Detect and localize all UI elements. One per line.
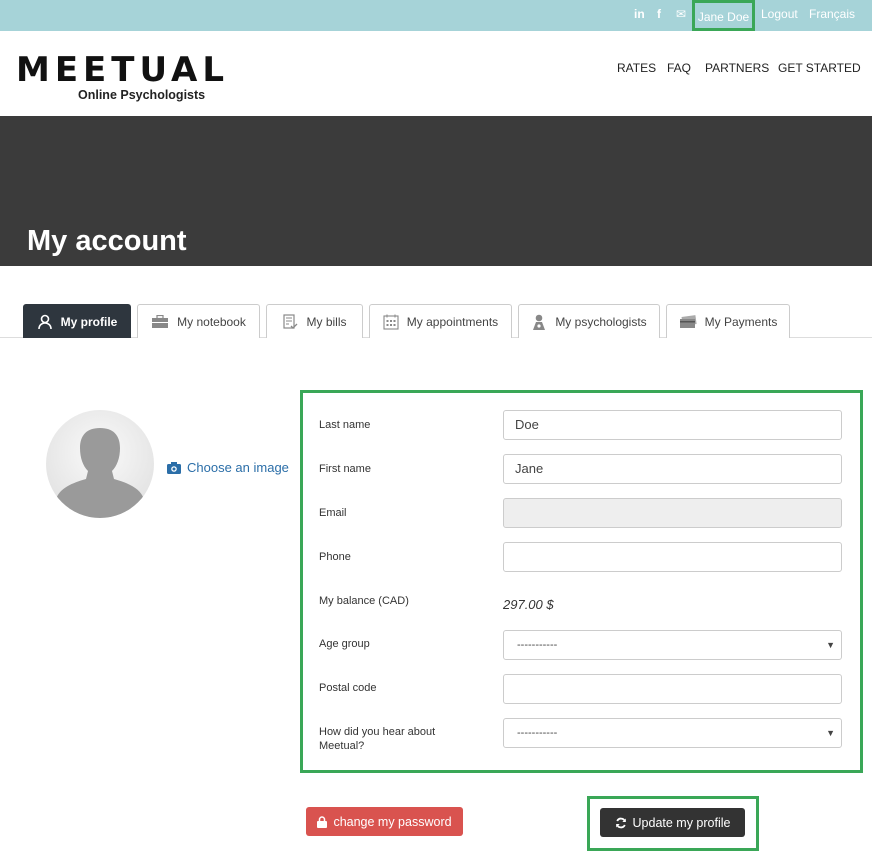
change-password-label: change my password [333,814,452,829]
email-label: Email [319,507,347,519]
tab-my-payments[interactable]: My Payments [666,304,790,338]
logo[interactable]: MEETUAL [16,53,229,87]
choose-image-label: Choose an image [187,460,289,475]
last-name-label: Last name [319,419,371,431]
heard-about-select[interactable]: ----------- ▼ [503,718,842,748]
nav-partners[interactable]: PARTNERS [705,61,769,75]
tab-my-appointments[interactable]: My appointments [369,304,512,338]
account-tabs: My profile My notebook My bills My appoi… [0,304,872,338]
postal-code-input[interactable] [503,674,842,704]
email-icon[interactable]: ✉ [676,0,686,31]
briefcase-icon [152,314,169,328]
user-icon [37,314,52,329]
bill-icon [283,313,298,329]
phone-label: Phone [319,551,351,563]
change-password-button[interactable]: change my password [306,807,463,836]
age-group-label: Age group [319,638,370,650]
refresh-icon [615,817,626,828]
age-group-selected: ----------- [517,639,558,651]
first-name-input[interactable]: Jane [503,454,842,484]
update-profile-label: Update my profile [632,815,731,830]
tab-label: My psychologists [555,314,647,329]
lock-icon [317,815,328,828]
phone-input[interactable] [503,542,842,572]
tab-my-notebook[interactable]: My notebook [137,304,260,338]
tab-label: My profile [60,314,118,329]
caret-down-icon: ▼ [826,728,835,738]
logout-link[interactable]: Logout [761,0,798,31]
tab-label: My notebook [177,314,246,329]
top-bar: in f ✉ Jane Doe Logout Français [0,0,872,31]
user-name-link[interactable]: Jane Doe [692,0,755,31]
caret-down-icon: ▼ [826,640,835,650]
tab-label: My appointments [406,314,499,329]
balance-value: 297.00 $ [503,597,554,612]
update-profile-button[interactable]: Update my profile [600,808,745,837]
avatar [46,410,154,518]
page-title: My account [27,225,187,257]
last-name-input[interactable]: Doe [503,410,842,440]
profile-form-highlight [300,390,863,773]
facebook-icon[interactable]: f [657,0,661,31]
tab-my-psychologists[interactable]: My psychologists [518,304,660,338]
heard-about-label: How did you hear about Meetual? [319,726,436,752]
heard-about-selected: ----------- [517,727,558,739]
card-icon [679,314,697,328]
postal-code-label: Postal code [319,682,377,694]
linkedin-icon[interactable]: in [634,0,645,31]
nav-get-started[interactable]: GET STARTED [778,61,861,75]
calendar-icon [383,314,399,330]
tab-my-profile[interactable]: My profile [23,304,131,338]
logo-subtitle: Online Psychologists [78,88,206,102]
camera-icon [167,461,181,474]
site-header: MEETUAL Online Psychologists RATES FAQ P… [0,31,872,116]
nav-faq[interactable]: FAQ [667,61,691,75]
hero-banner: My account [0,116,872,266]
default-avatar-icon [56,428,144,518]
first-name-label: First name [319,463,371,475]
tab-my-bills[interactable]: My bills [266,304,363,338]
choose-image-link[interactable]: Choose an image [167,460,289,475]
language-link[interactable]: Français [809,0,855,31]
age-group-select[interactable]: ----------- ▼ [503,630,842,660]
psychologist-icon [533,314,546,330]
tab-label: My Payments [704,314,778,329]
nav-rates[interactable]: RATES [617,61,656,75]
email-input [503,498,842,528]
balance-label: My balance (CAD) [319,595,409,607]
tab-label: My bills [306,314,347,329]
